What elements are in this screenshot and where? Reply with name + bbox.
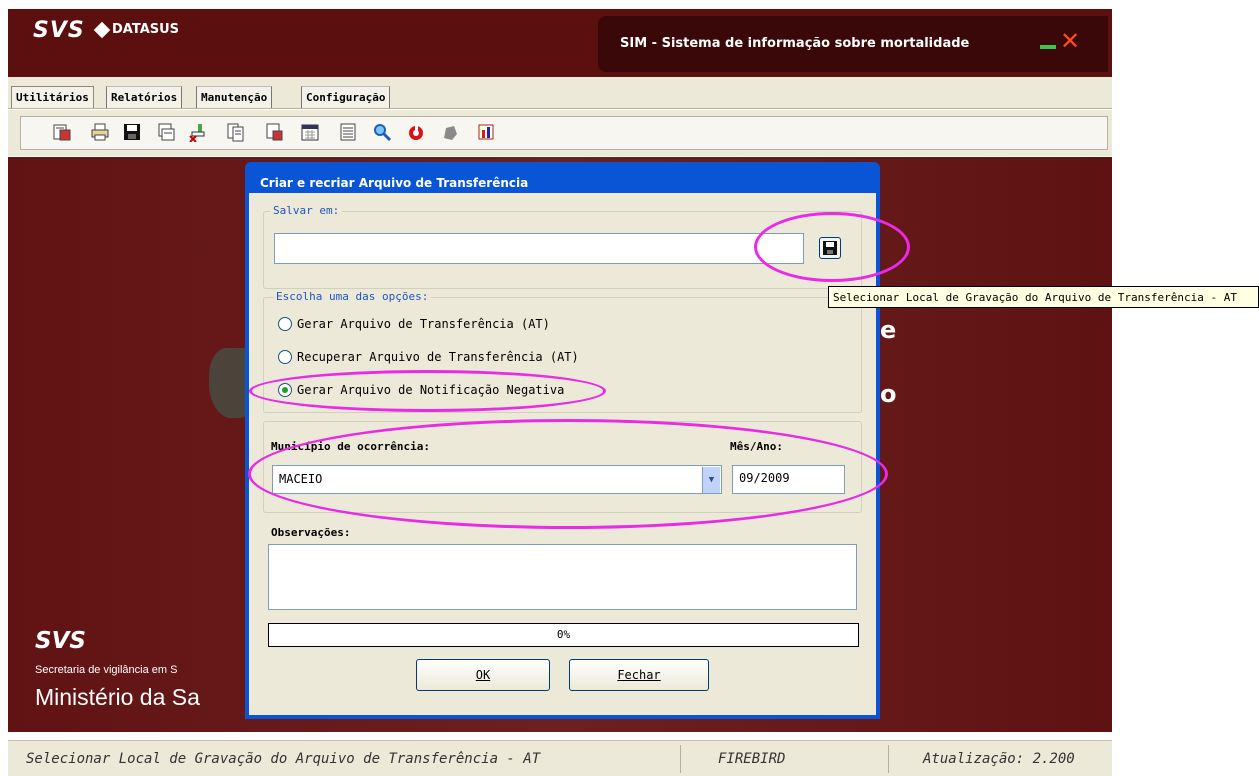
toolbar-panel <box>20 116 1108 150</box>
ok-button[interactable]: OK <box>416 659 550 691</box>
transfer-dialog: Criar e recriar Arquivo de Transferência… <box>245 162 880 719</box>
progress-bar: 0% <box>268 623 859 647</box>
chevron-down-icon[interactable]: ▼ <box>702 467 720 493</box>
background-text-fragment: e <box>880 316 897 344</box>
status-divider <box>680 745 681 773</box>
save-group-title: Salvar em: <box>270 204 343 217</box>
minimize-button[interactable] <box>1040 45 1056 49</box>
datasus-text: DATASUS <box>112 22 180 37</box>
status-divider <box>888 745 889 773</box>
close-button[interactable]: ✕ <box>1060 29 1080 53</box>
calendar-icon[interactable] <box>300 122 320 142</box>
mesano-label: Mês/Ano: <box>730 440 783 453</box>
status-database: FIREBIRD <box>718 751 786 767</box>
datasus-mark-icon <box>93 21 111 38</box>
app-title: SIM - Sistema de informação sobre mortal… <box>620 36 970 51</box>
save-icon <box>823 241 837 255</box>
menu-bar: Utilitários Relatórios Manutenção Config… <box>8 77 1112 109</box>
municipio-select[interactable]: MACEIO ▼ <box>272 465 722 494</box>
option-label: Gerar Arquivo de Notificação Negativa <box>297 383 565 397</box>
power-icon[interactable] <box>406 122 426 142</box>
option-notificacao-negativa[interactable]: Gerar Arquivo de Notificação Negativa <box>278 383 564 397</box>
ok-label: OK <box>475 668 491 682</box>
options-group-title: Escolha uma das opções: <box>273 290 432 303</box>
dialog-title: Criar e recriar Arquivo de Transferência <box>260 176 529 190</box>
dialog-body: Salvar em: Escolha uma das opções: Gerar… <box>249 193 876 715</box>
ministerio-text: Ministério da Sa <box>35 684 200 710</box>
svs-footer-logo: SVS <box>35 628 86 654</box>
close-dialog-button[interactable]: Fechar <box>569 659 709 691</box>
tab-configuracao[interactable]: Configuração <box>301 86 391 108</box>
gear-icon[interactable] <box>440 122 460 142</box>
fechar-label: Fechar <box>617 668 661 682</box>
observacoes-textarea[interactable] <box>268 544 857 610</box>
print-icon[interactable] <box>90 122 110 142</box>
transfer-icon[interactable] <box>188 122 208 143</box>
tab-utilitarios[interactable]: Utilitários <box>11 86 94 108</box>
copy-icon[interactable] <box>226 122 246 142</box>
save-icon[interactable] <box>122 122 142 142</box>
radio-button[interactable] <box>278 350 292 364</box>
app-screen: SVS DATASUS SIM - Sistema de informação … <box>0 0 1259 776</box>
import-icon[interactable] <box>52 122 72 142</box>
chart-icon[interactable] <box>476 122 496 142</box>
radio-button-selected[interactable] <box>278 383 292 397</box>
status-bar: Selecionar Local de Gravação do Arquivo … <box>8 740 1112 776</box>
tab-manutencao[interactable]: Manutenção <box>196 86 273 108</box>
option-gerar-at[interactable]: Gerar Arquivo de Transferência (AT) <box>278 317 550 331</box>
status-message: Selecionar Local de Gravação do Arquivo … <box>26 751 541 767</box>
search-icon[interactable] <box>372 122 392 142</box>
progress-text: 0% <box>556 628 571 641</box>
report-icon[interactable] <box>264 122 284 142</box>
option-recuperar-at[interactable]: Recuperar Arquivo de Transferência (AT) <box>278 350 579 364</box>
list-icon[interactable] <box>338 122 358 142</box>
background-text-fragment: o <box>880 380 897 408</box>
save-path-input[interactable] <box>274 233 804 264</box>
svs-logo: SVS <box>33 18 85 43</box>
toolbar <box>8 110 1112 156</box>
secretaria-text: Secretaria de vigilância em S <box>35 664 178 676</box>
mesano-input[interactable]: 09/2009 <box>732 465 845 494</box>
municipio-label: Município de ocorrência: <box>271 440 430 453</box>
option-label: Recuperar Arquivo de Transferência (AT) <box>297 350 579 364</box>
radio-button[interactable] <box>278 317 292 331</box>
select-location-button[interactable] <box>819 237 841 259</box>
tab-relatorios[interactable]: Relatórios <box>106 86 183 108</box>
status-version: Atualização: 2.200 <box>923 751 1075 767</box>
tooltip: Selecionar Local de Gravação do Arquivo … <box>828 286 1259 308</box>
datasus-logo: DATASUS <box>93 21 180 38</box>
export-icon[interactable] <box>156 122 176 142</box>
option-label: Gerar Arquivo de Transferência (AT) <box>297 317 550 331</box>
observacoes-label: Observações: <box>271 526 351 539</box>
municipio-value: MACEIO <box>279 472 323 486</box>
